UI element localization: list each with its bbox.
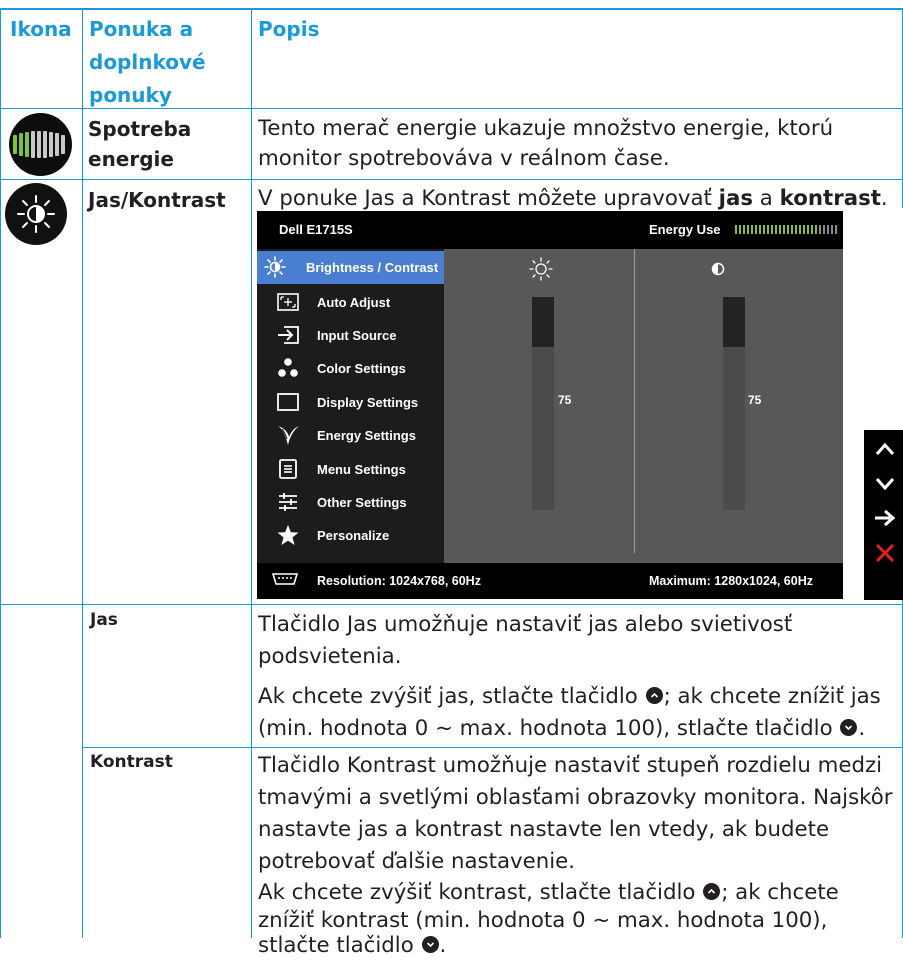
energy-settings-icon bbox=[278, 426, 299, 445]
osd-energy-use-label: Energy Use bbox=[649, 222, 721, 237]
energy-desc-line1: Tento merač energie ukazuje množstvo ene… bbox=[258, 116, 834, 141]
osd-top-bar: Dell E1715S Energy Use bbox=[257, 211, 843, 249]
up-button-icon bbox=[645, 687, 663, 704]
brightness-desc-mid: a bbox=[753, 186, 780, 211]
osd-menu-label: Energy Settings bbox=[317, 428, 416, 443]
osd-menu-label: Auto Adjust bbox=[317, 295, 391, 310]
osd-menu-item-brightness-contrast[interactable]: Brightness / Contrast bbox=[257, 251, 444, 284]
contrast-slider-fill[interactable] bbox=[723, 347, 745, 510]
osd-menu-list: Brightness / Contrast Auto Adjust Input … bbox=[257, 249, 444, 563]
brightness-slider-track[interactable] bbox=[532, 297, 554, 347]
osd-panel-divider bbox=[634, 249, 635, 553]
osd-maximum-resolution: Maximum: 1280x1024, 60Hz bbox=[649, 574, 813, 588]
monitor-connector-icon bbox=[271, 573, 299, 585]
kontrast-desc-line1: Tlačidlo Kontrast umožňuje nastaviť stup… bbox=[258, 753, 883, 778]
jas-desc-line4: (min. hodnota 0 ~ max. hodnota 100), stl… bbox=[258, 713, 865, 745]
brightness-contrast-icon bbox=[5, 183, 67, 245]
up-button-icon bbox=[703, 883, 721, 900]
col-divider bbox=[251, 8, 252, 938]
osd-menu-item-energy-settings[interactable]: Energy Settings bbox=[257, 419, 444, 452]
row-divider bbox=[0, 179, 903, 180]
kontrast-desc-line2: tmavými a svetlými oblasťami obrazovky m… bbox=[258, 785, 893, 810]
down-button-icon bbox=[421, 936, 439, 953]
kontrast-desc-text: . bbox=[439, 933, 447, 958]
brightness-desc-jas: jas bbox=[718, 186, 754, 211]
osd-menu-label: Brightness / Contrast bbox=[306, 260, 439, 275]
menu-settings-icon bbox=[279, 459, 297, 479]
jas-desc-text: (min. hodnota 0 ~ max. hodnota 100), stl… bbox=[258, 716, 840, 741]
down-arrow-icon[interactable] bbox=[875, 477, 895, 491]
osd-menu-label: Personalize bbox=[317, 528, 390, 543]
right-arrow-icon[interactable] bbox=[874, 510, 896, 526]
jas-desc-text: ; ak chcete znížiť jas bbox=[663, 684, 881, 709]
header-menu-col-line1: Ponuka a bbox=[89, 17, 194, 41]
contrast-icon bbox=[711, 262, 725, 276]
col-divider bbox=[82, 8, 83, 938]
header-menu-col-line2: doplnkové bbox=[89, 50, 206, 74]
jas-desc-line1: Tlačidlo Jas umožňuje nastaviť jas alebo… bbox=[258, 612, 793, 637]
jas-desc-text: Ak chcete zvýšiť jas, stlačte tlačidlo bbox=[258, 684, 645, 709]
color-settings-icon bbox=[278, 358, 298, 377]
submenu-kontrast: Kontrast bbox=[90, 752, 173, 772]
close-icon[interactable] bbox=[875, 543, 895, 563]
header-icon-col: Ikona bbox=[10, 17, 72, 41]
osd-resolution: Resolution: 1024x768, 60Hz bbox=[317, 574, 481, 588]
brightness-desc-pre: V ponuke Jas a Kontrast môžete upravovať bbox=[258, 186, 719, 211]
brightness-icon bbox=[264, 256, 286, 278]
down-button-icon bbox=[840, 719, 858, 736]
osd-nav-buttons bbox=[864, 430, 903, 600]
personalize-icon bbox=[277, 525, 299, 545]
submenu-jas: Jas bbox=[90, 610, 118, 630]
row-divider bbox=[82, 747, 903, 748]
osd-adjust-panel bbox=[444, 249, 843, 563]
osd-menu-label: Input Source bbox=[317, 328, 397, 343]
energy-meter-icon bbox=[9, 113, 72, 176]
osd-menu-label: Other Settings bbox=[317, 495, 407, 510]
osd-menu-label: Menu Settings bbox=[317, 462, 406, 477]
header-menu-col-line3: ponuky bbox=[89, 83, 172, 107]
input-source-icon bbox=[278, 326, 299, 344]
jas-desc-line2: podsvietenia. bbox=[258, 644, 402, 669]
menu-brightness-contrast: Jas/Kontrast bbox=[88, 188, 226, 212]
kontrast-desc-line3: nastavte jas a kontrast nastavte len vte… bbox=[258, 817, 830, 842]
kontrast-desc-text: Ak chcete zvýšiť kontrast, stlačte tlači… bbox=[258, 880, 703, 905]
brightness-desc-kontrast: kontrast bbox=[779, 186, 881, 211]
header-desc-col: Popis bbox=[258, 17, 320, 41]
osd-menu-label: Color Settings bbox=[317, 361, 406, 376]
display-settings-icon bbox=[277, 393, 299, 411]
osd-menu-item-input-source[interactable]: Input Source bbox=[257, 319, 444, 352]
osd-menu-item-display-settings[interactable]: Display Settings bbox=[257, 386, 444, 419]
kontrast-desc-line7: stlačte tlačidlo . bbox=[258, 930, 446, 962]
kontrast-desc-text: ; ak chcete bbox=[721, 880, 839, 905]
energy-desc-line2: monitor spotrebováva v reálnom čase. bbox=[258, 146, 670, 171]
energy-use-meter-icon bbox=[735, 225, 837, 234]
up-arrow-icon[interactable] bbox=[875, 442, 895, 456]
col-divider bbox=[0, 8, 1, 938]
osd-menu-label: Display Settings bbox=[317, 395, 419, 410]
osd-menu-item-auto-adjust[interactable]: Auto Adjust bbox=[257, 286, 444, 319]
brightness-desc-post: . bbox=[880, 186, 888, 211]
osd-menu-item-color-settings[interactable]: Color Settings bbox=[257, 352, 444, 385]
auto-adjust-icon bbox=[277, 293, 299, 311]
osd-model-title: Dell E1715S bbox=[279, 222, 353, 237]
osd-status-bar: Resolution: 1024x768, 60Hz Maximum: 1280… bbox=[257, 563, 843, 599]
menu-energy-use-line2: energie bbox=[88, 147, 174, 171]
osd-menu-item-other-settings[interactable]: Other Settings bbox=[257, 486, 444, 519]
menu-energy-use-line1: Spotreba bbox=[88, 117, 192, 141]
brightness-value: 75 bbox=[558, 393, 572, 407]
jas-desc-text: . bbox=[858, 716, 866, 741]
brightness-slider-fill[interactable] bbox=[532, 347, 554, 510]
row-divider bbox=[0, 604, 903, 605]
contrast-value: 75 bbox=[748, 393, 762, 407]
contrast-slider-track[interactable] bbox=[723, 297, 745, 347]
other-settings-icon bbox=[279, 493, 297, 511]
kontrast-desc-line4: potrebovať ďalšie nastavenie. bbox=[258, 849, 576, 874]
jas-desc-line3: Ak chcete zvýšiť jas, stlačte tlačidlo ;… bbox=[258, 681, 881, 713]
osd-screenshot: Dell E1715S Energy Use Brightness / Cont… bbox=[257, 211, 843, 599]
osd-menu-item-menu-settings[interactable]: Menu Settings bbox=[257, 453, 444, 486]
table-top-border bbox=[0, 8, 903, 10]
brightness-sun-icon bbox=[529, 257, 553, 281]
osd-menu-item-personalize[interactable]: Personalize bbox=[257, 519, 444, 552]
kontrast-desc-text: stlačte tlačidlo bbox=[258, 933, 421, 958]
